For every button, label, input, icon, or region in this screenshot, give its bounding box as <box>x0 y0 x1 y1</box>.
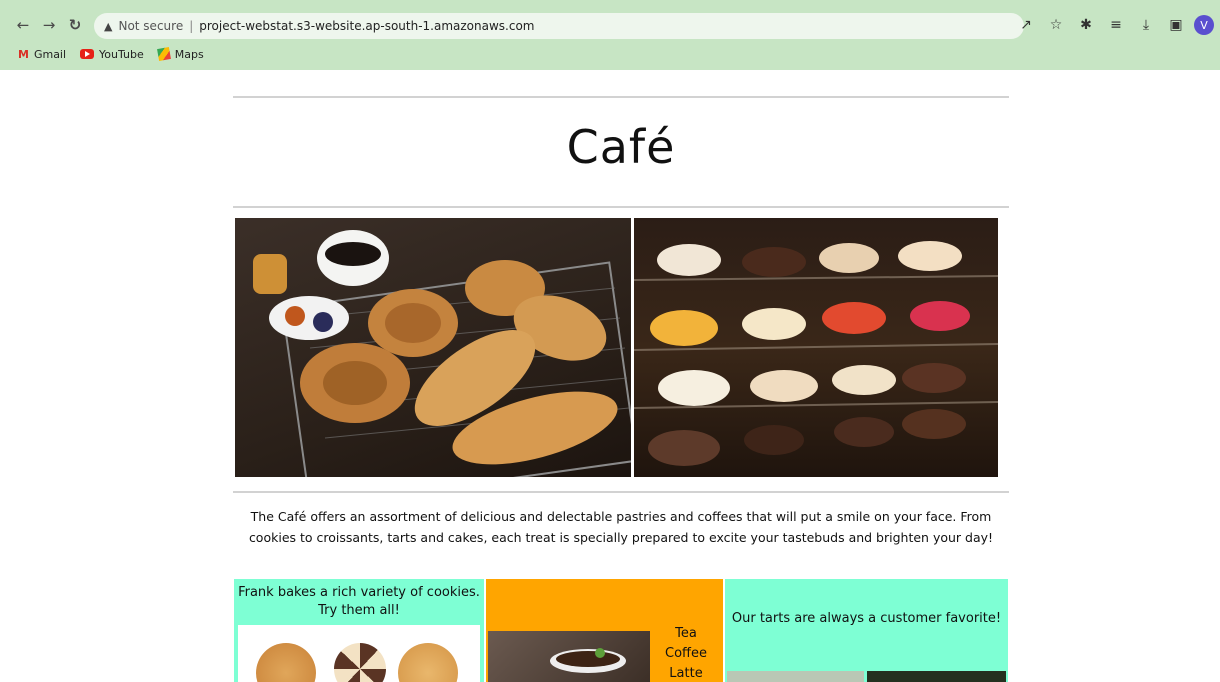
side-panel-icon[interactable]: ▣ <box>1164 13 1188 37</box>
nav-buttons: ← → ↻ <box>12 13 86 37</box>
toolbar-actions: ↗ ☆ ✱ ≡ ⤓ ▣ V <box>1014 13 1214 37</box>
bookmark-label: Maps <box>174 47 204 61</box>
tarts-card: Our tarts are always a customer favorite… <box>725 579 1008 682</box>
youtube-icon <box>80 49 95 59</box>
reading-list-icon[interactable]: ≡ <box>1104 13 1128 37</box>
pastries-photo <box>235 218 631 477</box>
coffee-image <box>488 631 650 682</box>
url-text[interactable]: project-webstat.s3-website.ap-south-1.am… <box>199 19 534 33</box>
cookie-1 <box>256 643 316 682</box>
description-text: The Café offers an assortment of delicio… <box>248 509 994 545</box>
tarts-card-text: Our tarts are always a customer favorite… <box>731 611 1002 626</box>
drink-item: Latte <box>669 666 703 681</box>
bookmarks-bar: M Gmail YouTube Maps <box>18 45 204 63</box>
star-icon[interactable]: ☆ <box>1044 13 1068 37</box>
drink-item: Tea <box>675 626 697 641</box>
reload-icon[interactable]: ↻ <box>64 14 86 36</box>
cookies-card: Frank bakes a rich variety of cookies. T… <box>234 579 484 682</box>
divider-description <box>233 491 1009 493</box>
bookmark-youtube[interactable]: YouTube <box>80 48 144 61</box>
warning-icon: ▲ <box>104 19 113 33</box>
cookies-image <box>238 625 480 682</box>
maps-icon <box>156 47 171 61</box>
divider-top <box>233 96 1009 98</box>
divider-title <box>233 206 1009 208</box>
bookmark-label: Gmail <box>33 47 67 61</box>
security-label[interactable]: Not secure <box>118 19 183 33</box>
drinks-list: Tea Coffee Latte <box>656 624 716 682</box>
address-separator: | <box>189 19 194 33</box>
drinks-card: Tea Coffee Latte <box>486 579 723 682</box>
extensions-icon[interactable]: ✱ <box>1074 13 1098 37</box>
cakes-photo <box>634 218 998 477</box>
tart-image-2 <box>867 671 1006 682</box>
cookies-card-text: Frank bakes a rich variety of cookies. T… <box>238 585 480 618</box>
download-icon[interactable]: ⤓ <box>1134 13 1158 37</box>
share-icon[interactable]: ↗ <box>1014 13 1038 37</box>
address-bar[interactable]: ▲ Not secure | project-webstat.s3-websit… <box>94 13 1024 39</box>
forward-icon[interactable]: → <box>38 14 60 36</box>
bookmark-maps[interactable]: Maps <box>156 47 204 61</box>
gmail-icon: M <box>18 47 29 61</box>
bookmark-label: YouTube <box>99 47 144 61</box>
profile-avatar[interactable]: V <box>1194 15 1214 35</box>
bookmark-gmail[interactable]: M Gmail <box>18 48 66 61</box>
cookie-3 <box>398 643 458 682</box>
page-title: Café <box>566 120 676 174</box>
drink-item: Coffee <box>665 646 707 661</box>
cookie-2 <box>334 643 386 682</box>
back-icon[interactable]: ← <box>12 14 34 36</box>
tart-image-1 <box>727 671 864 682</box>
